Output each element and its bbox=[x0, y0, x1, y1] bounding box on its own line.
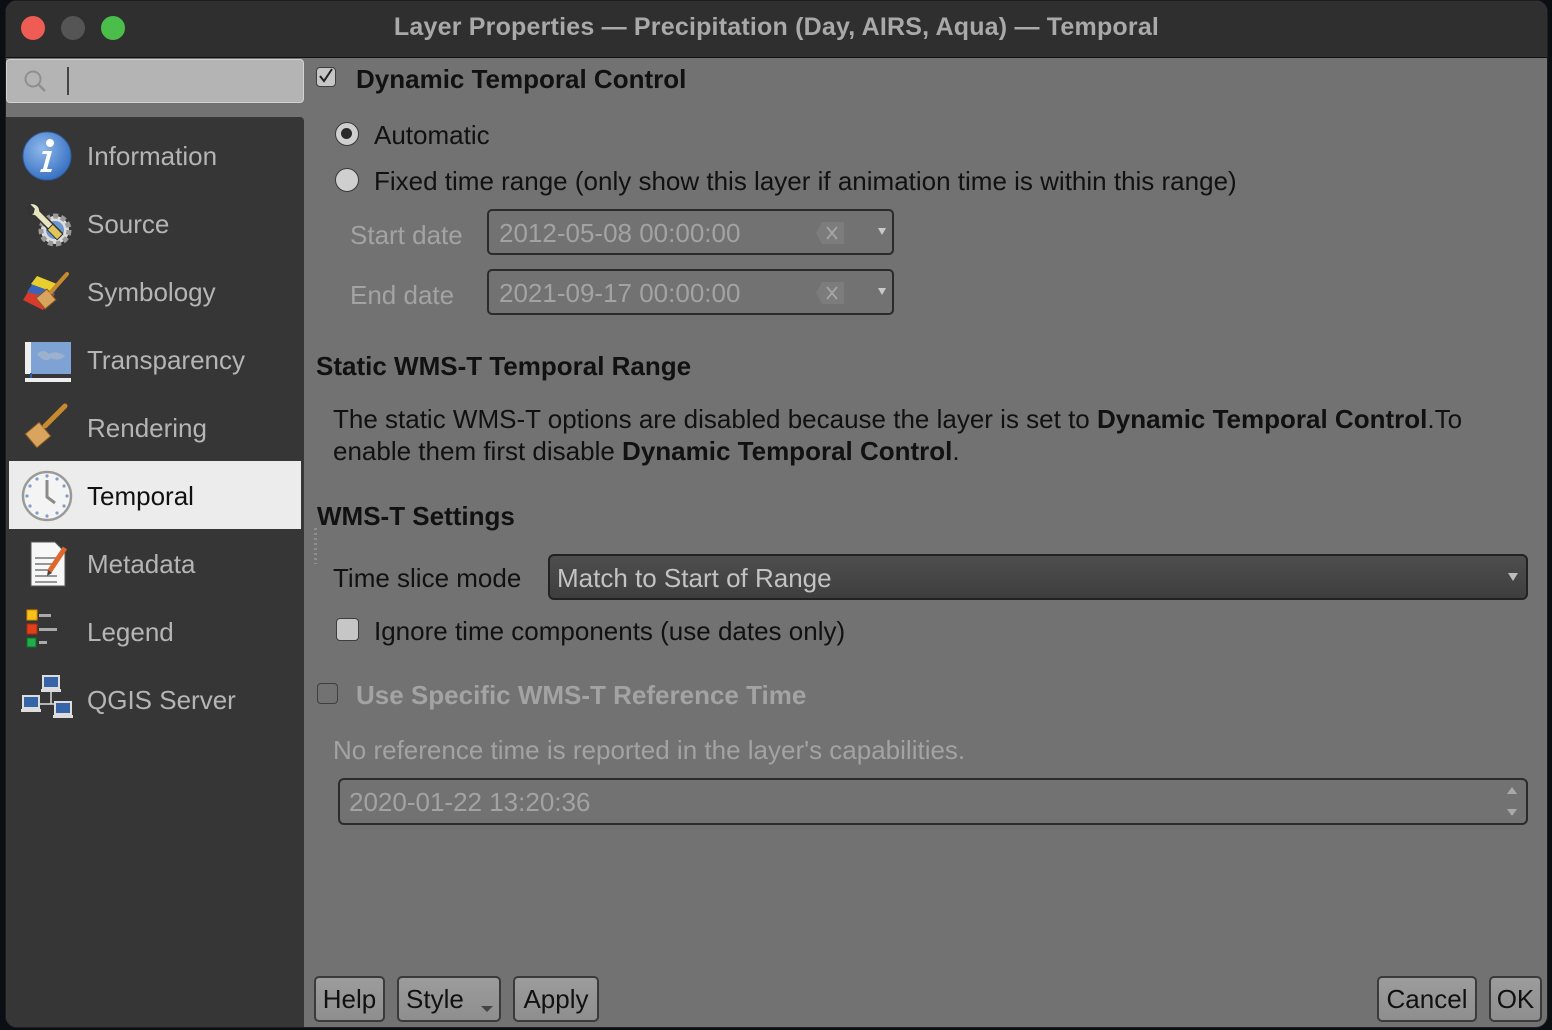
sidebar-item-label: Metadata bbox=[87, 549, 196, 579]
qgis-server-network-icon bbox=[21, 675, 73, 718]
message-text: .To bbox=[1427, 404, 1463, 434]
sidebar-item-label: QGIS Server bbox=[87, 685, 236, 715]
sidebar-item-label: Rendering bbox=[87, 413, 207, 443]
sidebar-item-source[interactable]: Source bbox=[9, 189, 301, 257]
sidebar-item-transparency[interactable]: Transparency bbox=[9, 325, 301, 393]
start-date-dropdown-arrow-icon[interactable] bbox=[878, 228, 886, 235]
ignore-time-components-checkbox[interactable] bbox=[336, 618, 359, 641]
end-date-value: 2021-09-17 00:00:00 bbox=[499, 278, 741, 308]
end-date-dropdown-arrow-icon[interactable] bbox=[878, 288, 886, 295]
sidebar-item-information[interactable]: Information bbox=[9, 121, 301, 189]
spin-down-icon[interactable] bbox=[1507, 809, 1517, 816]
message-bold-text: Dynamic Temporal Control bbox=[622, 436, 953, 466]
layer-properties-dialog: Layer Properties — Precipitation (Day, A… bbox=[5, 0, 1548, 1028]
static-wmst-message-line2: enable them first disable Dynamic Tempor… bbox=[333, 436, 960, 467]
source-wrench-gear-icon bbox=[27, 201, 72, 247]
clear-end-date-icon[interactable] bbox=[816, 282, 844, 304]
radio-selected-dot bbox=[341, 128, 352, 139]
sidebar-item-metadata[interactable]: Metadata bbox=[9, 529, 301, 597]
start-date-label: Start date bbox=[350, 220, 463, 250]
dynamic-temporal-control-label: Dynamic Temporal Control bbox=[356, 64, 687, 94]
time-slice-mode-label: Time slice mode bbox=[333, 563, 522, 593]
reference-time-value: 2020-01-22 13:20:36 bbox=[349, 787, 591, 817]
message-text: enable them first disable bbox=[333, 436, 623, 466]
checkmark-icon bbox=[319, 68, 333, 83]
chevron-down-icon bbox=[481, 1006, 493, 1012]
fixed-time-range-radio[interactable] bbox=[335, 168, 359, 192]
use-reference-time-label: Use Specific WMS-T Reference Time bbox=[356, 680, 807, 710]
sidebar-item-label: Source bbox=[87, 209, 170, 239]
ignore-time-components-label: Ignore time components (use dates only) bbox=[374, 616, 846, 646]
automatic-label: Automatic bbox=[374, 120, 490, 150]
sidebar-search-input[interactable] bbox=[6, 59, 304, 103]
message-text: . bbox=[952, 436, 960, 466]
use-reference-time-checkbox[interactable] bbox=[317, 683, 338, 704]
chevron-down-icon bbox=[1508, 573, 1518, 581]
time-slice-mode-value: Match to Start of Range bbox=[557, 563, 832, 593]
message-text: The static WMS-T options are disabled be… bbox=[333, 404, 1097, 434]
start-date-value: 2012-05-08 00:00:00 bbox=[499, 218, 741, 248]
start-date-input[interactable]: 2012-05-08 00:00:00 bbox=[487, 209, 894, 255]
cancel-button[interactable]: Cancel bbox=[1377, 976, 1477, 1022]
sidebar-item-label: Information bbox=[87, 141, 218, 171]
rendering-brush-icon bbox=[24, 403, 68, 449]
sidebar-item-label: Transparency bbox=[87, 345, 245, 375]
end-date-input[interactable]: 2021-09-17 00:00:00 bbox=[487, 269, 894, 315]
message-bold-text: Dynamic Temporal Control bbox=[1097, 404, 1428, 434]
time-slice-mode-select[interactable]: Match to Start of Range bbox=[548, 554, 1528, 600]
window-title: Layer Properties — Precipitation (Day, A… bbox=[393, 13, 1160, 41]
search-icon bbox=[24, 70, 46, 92]
automatic-radio[interactable] bbox=[335, 122, 359, 146]
dynamic-temporal-control-checkbox[interactable] bbox=[316, 67, 336, 87]
ok-button[interactable]: OK bbox=[1489, 976, 1542, 1022]
temporal-clock-icon bbox=[21, 470, 73, 522]
help-button[interactable]: Help bbox=[314, 976, 385, 1022]
sidebar-item-rendering[interactable]: Rendering bbox=[9, 393, 301, 461]
static-wmst-message-line1: The static WMS-T options are disabled be… bbox=[333, 404, 1462, 435]
temporal-panel: Dynamic Temporal Control Automatic Fixed… bbox=[306, 58, 1547, 1027]
legend-icon bbox=[26, 609, 57, 648]
sidebar-item-qgis-server[interactable]: QGIS Server bbox=[9, 665, 301, 733]
sidebar-item-temporal[interactable]: Temporal bbox=[9, 461, 301, 529]
reference-time-input[interactable]: 2020-01-22 13:20:36 bbox=[338, 778, 1528, 825]
spin-up-icon[interactable] bbox=[1507, 787, 1517, 794]
splitter-handle[interactable] bbox=[314, 528, 317, 564]
static-wmst-heading: Static WMS-T Temporal Range bbox=[316, 351, 692, 381]
sidebar-item-label: Legend bbox=[87, 617, 174, 647]
clear-start-date-icon[interactable] bbox=[816, 222, 844, 244]
sidebar-item-label: Temporal bbox=[87, 481, 194, 511]
reference-time-note: No reference time is reported in the lay… bbox=[333, 735, 966, 765]
sidebar-item-label: Symbology bbox=[87, 277, 216, 307]
metadata-document-icon bbox=[30, 541, 68, 587]
end-date-label: End date bbox=[350, 280, 455, 310]
sidebar-item-symbology[interactable]: Symbology bbox=[9, 257, 301, 325]
title-bar: Layer Properties — Precipitation (Day, A… bbox=[6, 1, 1547, 58]
symbology-paintbrush-icon bbox=[23, 272, 69, 310]
style-button[interactable]: Style bbox=[397, 976, 501, 1022]
apply-button[interactable]: Apply bbox=[513, 976, 599, 1022]
fixed-time-range-label: Fixed time range (only show this layer i… bbox=[374, 166, 1237, 196]
style-button-label: Style bbox=[406, 984, 464, 1014]
sidebar: Information Source Symbology Transparenc… bbox=[6, 117, 304, 1027]
information-icon bbox=[22, 131, 72, 181]
sidebar-item-legend[interactable]: Legend bbox=[9, 597, 301, 665]
text-cursor bbox=[67, 67, 69, 95]
transparency-map-icon bbox=[25, 342, 71, 382]
wmst-settings-heading: WMS-T Settings bbox=[317, 501, 515, 531]
